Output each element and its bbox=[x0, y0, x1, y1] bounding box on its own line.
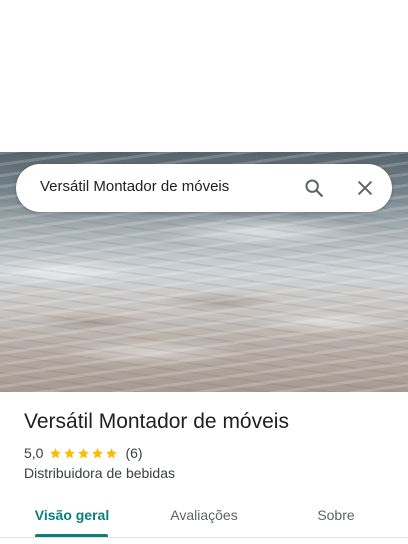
star-icon bbox=[64, 447, 76, 458]
tab-reviews[interactable]: Avaliações bbox=[136, 494, 272, 536]
star-icon bbox=[106, 447, 118, 458]
rating-row[interactable]: 5,0 (6) bbox=[24, 444, 143, 462]
star-icon bbox=[78, 447, 90, 458]
star-icon bbox=[50, 447, 62, 458]
star-icon bbox=[92, 447, 104, 458]
search-icon[interactable] bbox=[300, 174, 328, 202]
search-input[interactable]: Versátil Montador de móveis bbox=[40, 178, 229, 195]
place-category[interactable]: Distribuidora de bebidas bbox=[24, 465, 175, 481]
close-icon[interactable] bbox=[351, 174, 379, 202]
tab-about[interactable]: Sobre bbox=[272, 494, 400, 536]
review-count[interactable]: (6) bbox=[125, 445, 142, 461]
tab-bar: Visão geral Avaliações Sobre bbox=[0, 494, 408, 537]
search-bar[interactable]: Versátil Montador de móveis bbox=[16, 164, 392, 212]
place-title: Versátil Montador de móveis bbox=[24, 410, 289, 433]
tab-overview[interactable]: Visão geral bbox=[0, 494, 144, 536]
tabs-divider bbox=[0, 537, 408, 538]
rating-value: 5,0 bbox=[24, 445, 44, 461]
blank-map-area bbox=[0, 0, 408, 152]
rating-stars bbox=[49, 447, 119, 460]
